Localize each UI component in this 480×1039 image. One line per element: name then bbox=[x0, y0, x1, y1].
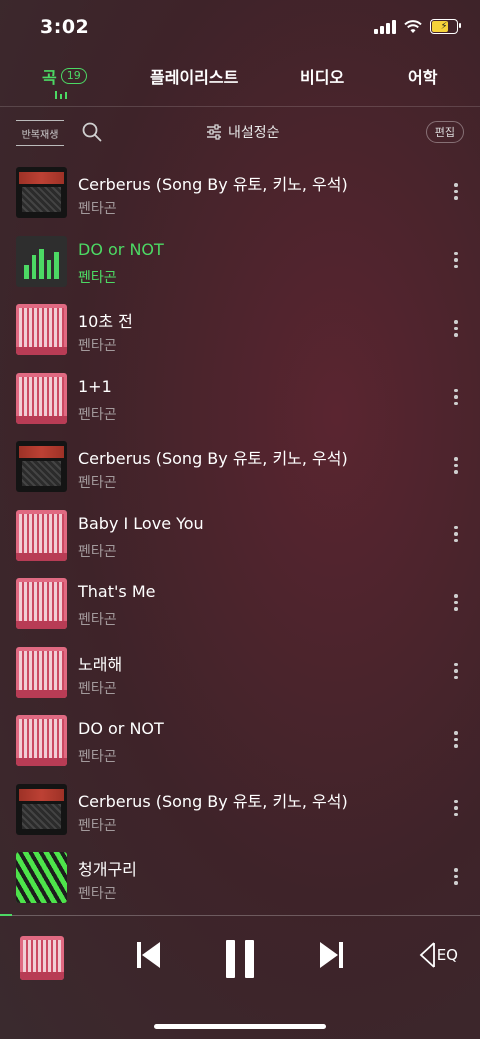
song-title: Cerberus (Song By 유토, 키노, 우석) bbox=[78, 791, 348, 811]
more-options-icon[interactable] bbox=[454, 799, 458, 820]
tab-video[interactable]: 비디오 bbox=[300, 64, 344, 88]
song-row[interactable]: DO or NOT 펜타곤 bbox=[0, 707, 480, 776]
more-options-icon[interactable] bbox=[454, 457, 458, 477]
song-title: Baby I Love You bbox=[78, 513, 204, 533]
edit-button[interactable]: 편집 bbox=[425, 121, 464, 143]
repeat-button[interactable]: 반복재생 bbox=[16, 120, 64, 146]
song-title: 1+1 bbox=[78, 376, 112, 396]
song-count-badge: 19 bbox=[60, 68, 87, 84]
category-tabs: 곡 19 플레이리스트 비디오 어학 bbox=[0, 60, 480, 108]
song-artist: 펜타곤 bbox=[78, 201, 117, 217]
song-row[interactable]: Cerberus (Song By 유토, 키노, 우석) 펜타곤 bbox=[0, 776, 480, 845]
previous-track-icon[interactable] bbox=[136, 940, 162, 970]
now-playing-equalizer-icon bbox=[24, 246, 59, 279]
album-art bbox=[16, 578, 67, 629]
song-title: DO or NOT bbox=[78, 719, 164, 738]
more-options-icon[interactable] bbox=[454, 183, 458, 203]
more-options-icon[interactable] bbox=[454, 731, 458, 751]
more-options-icon[interactable] bbox=[454, 251, 458, 272]
search-icon[interactable] bbox=[82, 122, 102, 142]
cellular-signal-icon bbox=[374, 19, 396, 34]
song-artist: 펜타곤 bbox=[78, 406, 117, 423]
more-options-icon[interactable] bbox=[454, 662, 458, 683]
song-artist: 펜타곤 bbox=[78, 886, 117, 902]
song-title: 노래해 bbox=[78, 654, 123, 674]
song-row[interactable]: Baby I Love You 펜타곤 bbox=[0, 502, 480, 571]
song-row[interactable]: That's Me 펜타곤 bbox=[0, 570, 480, 639]
now-playing-album-art[interactable] bbox=[20, 936, 64, 980]
song-row[interactable]: Cerberus (Song By 유토, 키노, 우석) 펜타곤 bbox=[0, 159, 480, 228]
song-row[interactable]: 노래해펜타곤 bbox=[0, 639, 480, 708]
more-options-icon[interactable] bbox=[454, 388, 458, 409]
song-artist: 펜타곤 bbox=[78, 543, 117, 560]
active-tab-indicator-icon bbox=[55, 91, 67, 99]
sort-label: 내설정순 bbox=[228, 125, 280, 141]
more-options-icon[interactable] bbox=[454, 594, 458, 614]
song-row[interactable]: 1+1 펜타곤 bbox=[0, 365, 480, 434]
song-artist: 펜타곤 bbox=[78, 680, 117, 697]
album-art bbox=[16, 372, 67, 424]
status-bar: 3:02 ⚡ bbox=[0, 0, 480, 56]
song-artist: 펜타곤 bbox=[78, 612, 117, 628]
wifi-icon bbox=[404, 19, 422, 33]
more-options-icon[interactable] bbox=[454, 320, 458, 340]
song-artist: 펜타곤 bbox=[78, 475, 117, 491]
album-art bbox=[16, 235, 67, 287]
song-title: That's Me bbox=[78, 582, 156, 601]
repeat-label: 반복재생 bbox=[21, 129, 59, 141]
tab-playlist[interactable]: 플레이리스트 bbox=[150, 64, 238, 88]
album-art bbox=[16, 646, 67, 698]
album-art bbox=[16, 783, 67, 835]
speaker-icon bbox=[419, 942, 435, 968]
tab-language[interactable]: 어학 bbox=[408, 64, 437, 88]
song-row[interactable]: Cerberus (Song By 유토, 키노, 우석) 펜타곤 bbox=[0, 433, 480, 502]
album-art bbox=[16, 852, 67, 903]
album-art bbox=[16, 441, 67, 492]
song-title: Cerberus (Song By 유토, 키노, 우석) bbox=[78, 449, 348, 468]
tab-songs-label: 곡 bbox=[42, 68, 57, 87]
song-row[interactable]: DO or NOT 펜타곤 bbox=[0, 228, 480, 297]
song-artist: 펜타곤 bbox=[78, 338, 117, 354]
song-artist: 펜타곤 bbox=[78, 269, 117, 286]
home-indicator bbox=[154, 1024, 326, 1029]
battery-icon: ⚡ bbox=[430, 19, 461, 34]
album-art bbox=[16, 509, 67, 561]
status-icons: ⚡ bbox=[374, 19, 461, 34]
mini-player: EQ bbox=[0, 916, 480, 1004]
album-art bbox=[16, 167, 67, 218]
equalizer-button[interactable]: EQ bbox=[419, 942, 458, 968]
eq-label: EQ bbox=[436, 946, 458, 964]
song-title: DO or NOT bbox=[78, 239, 164, 259]
more-options-icon[interactable] bbox=[454, 868, 458, 888]
album-art bbox=[16, 715, 67, 766]
album-art bbox=[16, 304, 67, 355]
list-toolbar: 반복재생 내설정순 편집 bbox=[0, 116, 480, 150]
sort-sliders-icon bbox=[207, 124, 221, 140]
next-track-icon[interactable] bbox=[318, 940, 344, 970]
song-artist: 펜타곤 bbox=[78, 817, 117, 834]
song-row[interactable]: 청개구리펜타곤 bbox=[0, 844, 480, 913]
tab-songs[interactable]: 곡 19 bbox=[42, 64, 87, 88]
song-artist: 펜타곤 bbox=[78, 749, 117, 765]
tabs-divider bbox=[0, 106, 480, 107]
sort-button[interactable]: 내설정순 bbox=[206, 122, 280, 142]
song-title: Cerberus (Song By 유토, 키노, 우석) bbox=[78, 175, 348, 194]
clock: 3:02 bbox=[40, 16, 90, 38]
song-title: 청개구리 bbox=[78, 860, 137, 879]
pause-icon[interactable] bbox=[224, 940, 256, 978]
song-row[interactable]: 10초 전펜타곤 bbox=[0, 296, 480, 365]
more-options-icon[interactable] bbox=[454, 525, 458, 546]
song-list: Cerberus (Song By 유토, 키노, 우석) 펜타곤 DO or NO… bbox=[0, 159, 480, 913]
song-title: 10초 전 bbox=[78, 312, 133, 331]
